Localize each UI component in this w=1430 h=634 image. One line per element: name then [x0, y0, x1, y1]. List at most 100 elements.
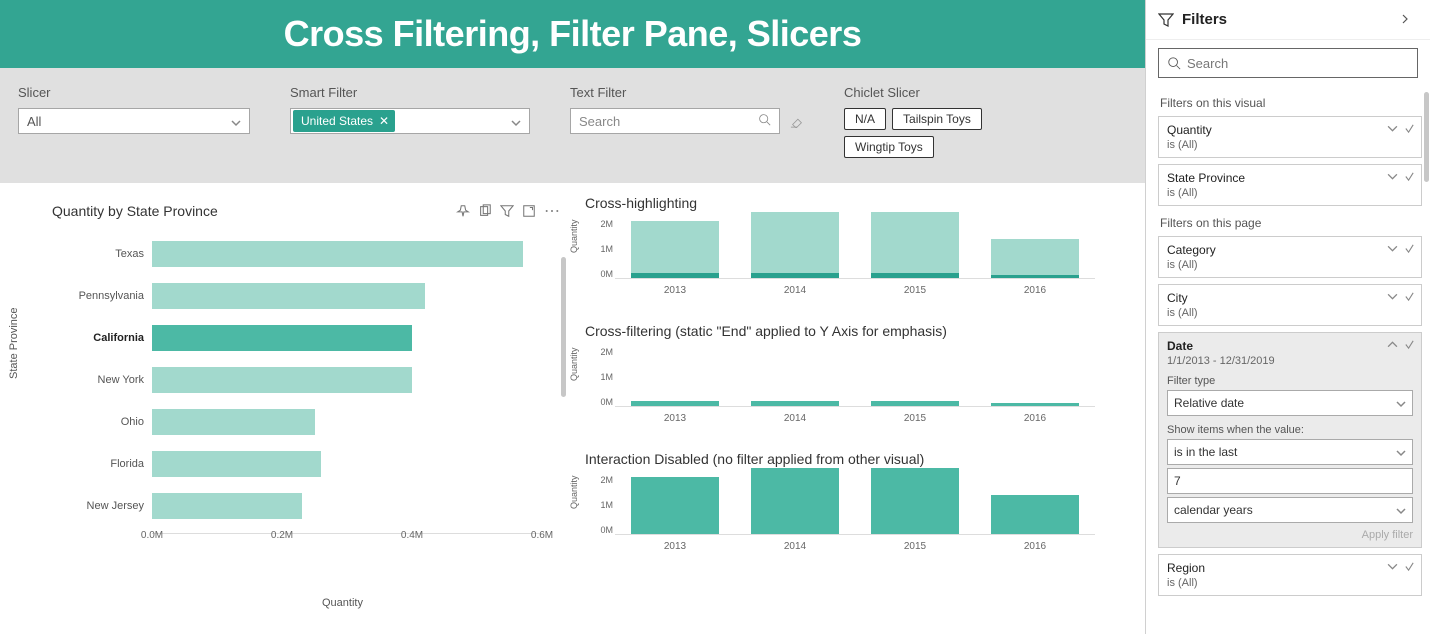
- x-tick: 0.0M: [141, 530, 163, 541]
- relative-unit-select[interactable]: calendar years: [1167, 497, 1413, 523]
- search-icon[interactable]: [758, 113, 771, 129]
- mini-bar[interactable]: [867, 401, 963, 406]
- text-filter-input[interactable]: Search: [570, 108, 780, 134]
- chevron-down-icon[interactable]: [1387, 291, 1398, 302]
- slicer-dropdown[interactable]: All: [18, 108, 250, 134]
- hbar-row[interactable]: Florida: [52, 449, 562, 479]
- state-bar-chart[interactable]: Quantity by State Province ⋯ State Provi…: [0, 183, 575, 634]
- slicer-value: All: [27, 114, 41, 129]
- y-axis-title: State Province: [8, 307, 20, 379]
- chevron-down-icon[interactable]: [1387, 243, 1398, 254]
- mini-bar[interactable]: [627, 221, 723, 278]
- chevron-right-icon[interactable]: [1400, 12, 1418, 27]
- filter-card-title: Date: [1167, 339, 1413, 353]
- filter-type-label: Filter type: [1167, 375, 1413, 387]
- focus-icon[interactable]: [522, 204, 536, 218]
- hbar-bar[interactable]: [152, 409, 315, 435]
- hbar-row[interactable]: Pennsylvania: [52, 281, 562, 311]
- filter-search-input[interactable]: Search: [1158, 48, 1418, 78]
- mini-bar[interactable]: [867, 212, 963, 278]
- dashboard-area: Cross Filtering, Filter Pane, Slicers Sl…: [0, 0, 1145, 634]
- filter-card-state[interactable]: State Province is (All): [1158, 164, 1422, 206]
- filter-card-region[interactable]: Region is (All): [1158, 554, 1422, 596]
- chevron-up-icon[interactable]: [1387, 339, 1398, 350]
- mini-chart-disabled[interactable]: 2M1M0MQuantity2013201420152016: [585, 475, 1105, 555]
- scrollbar[interactable]: [561, 257, 566, 397]
- mini-chart-cross-filter[interactable]: 2M1M0MQuantity2013201420152016: [585, 347, 1105, 427]
- chiclet-item[interactable]: Tailspin Toys: [892, 108, 982, 130]
- mini-bar[interactable]: [747, 468, 843, 534]
- filter-card-sub: is (All): [1167, 259, 1413, 271]
- filter-card-date[interactable]: Date 1/1/2013 - 12/31/2019 Filter type R…: [1158, 332, 1422, 548]
- mini-bar[interactable]: [987, 403, 1083, 406]
- chiclet-slicer-block: Chiclet Slicer N/A Tailspin Toys Wingtip…: [844, 85, 1054, 158]
- more-icon[interactable]: ⋯: [544, 201, 561, 221]
- filter-card-sub: is (All): [1167, 187, 1413, 199]
- hbar-bar[interactable]: [152, 367, 412, 393]
- smart-filter-block: Smart Filter United States ✕: [290, 85, 530, 134]
- filter-pane: Filters Search Filters on this visual Qu…: [1145, 0, 1430, 634]
- chevron-down-icon: [1396, 447, 1406, 457]
- mini-bar[interactable]: [747, 401, 843, 406]
- hbar-bar[interactable]: [152, 283, 425, 309]
- mini-charts-column: Cross-highlighting 2M1M0MQuantity2013201…: [575, 183, 1135, 634]
- mini-bar[interactable]: [627, 477, 723, 534]
- hbar-row[interactable]: Texas: [52, 239, 562, 269]
- mini-bar[interactable]: [747, 212, 843, 278]
- chevron-down-icon[interactable]: [1387, 171, 1398, 182]
- hbar-row[interactable]: New York: [52, 365, 562, 395]
- x-tick: 0.6M: [531, 530, 553, 541]
- chevron-down-icon[interactable]: [1387, 561, 1398, 572]
- chiclet-item[interactable]: N/A: [844, 108, 886, 130]
- relative-value-input[interactable]: 7: [1167, 468, 1413, 494]
- pin-icon[interactable]: [456, 204, 470, 218]
- hbar-bar[interactable]: [152, 451, 321, 477]
- filter-card-title: Category: [1167, 243, 1413, 257]
- page-title: Cross Filtering, Filter Pane, Slicers: [284, 13, 862, 55]
- mini-bar[interactable]: [987, 239, 1083, 278]
- hbar-category-label: New Jersey: [52, 500, 152, 512]
- mini-chart-title: Cross-filtering (static "End" applied to…: [585, 323, 1115, 339]
- filter-card-quantity[interactable]: Quantity is (All): [1158, 116, 1422, 158]
- scrollbar[interactable]: [1424, 92, 1429, 182]
- clear-icon[interactable]: [1404, 243, 1415, 254]
- chart-title: Quantity by State Province: [52, 203, 218, 219]
- chevron-down-icon[interactable]: [511, 116, 521, 126]
- clear-icon[interactable]: [1404, 561, 1415, 572]
- filter-icon[interactable]: [500, 204, 514, 218]
- smart-filter-chip[interactable]: United States ✕: [293, 110, 395, 132]
- filter-section-title: Filters on this page: [1160, 216, 1420, 230]
- mini-chart-title: Cross-highlighting: [585, 195, 1115, 211]
- smart-filter-input[interactable]: United States ✕: [290, 108, 530, 134]
- hbar-row[interactable]: New Jersey: [52, 491, 562, 521]
- hbar-row[interactable]: Ohio: [52, 407, 562, 437]
- x-tick: 2013: [664, 413, 686, 424]
- relative-op-select[interactable]: is in the last: [1167, 439, 1413, 465]
- mini-chart-cross-highlight[interactable]: 2M1M0MQuantity2013201420152016: [585, 219, 1105, 299]
- close-icon[interactable]: ✕: [379, 114, 389, 128]
- clear-icon[interactable]: [1404, 339, 1415, 350]
- chevron-down-icon[interactable]: [1387, 123, 1398, 134]
- chiclet-item[interactable]: Wingtip Toys: [844, 136, 934, 158]
- mini-bar[interactable]: [867, 468, 963, 534]
- apply-filter-button[interactable]: Apply filter: [1167, 529, 1413, 541]
- clear-icon[interactable]: [1404, 291, 1415, 302]
- clear-icon[interactable]: [1404, 171, 1415, 182]
- hbar-bar[interactable]: [152, 241, 523, 267]
- filter-card-city[interactable]: City is (All): [1158, 284, 1422, 326]
- show-items-label: Show items when the value:: [1167, 424, 1413, 436]
- filter-card-category[interactable]: Category is (All): [1158, 236, 1422, 278]
- hbar-bar[interactable]: [152, 325, 412, 351]
- hbar-bar[interactable]: [152, 493, 302, 519]
- mini-bar[interactable]: [987, 495, 1083, 534]
- mini-chart-title: Interaction Disabled (no filter applied …: [585, 451, 1115, 467]
- filter-type-select[interactable]: Relative date: [1167, 390, 1413, 416]
- eraser-icon[interactable]: [790, 114, 804, 131]
- x-tick: 0.2M: [271, 530, 293, 541]
- hbar-row[interactable]: California: [52, 323, 562, 353]
- mini-bar[interactable]: [627, 401, 723, 406]
- clear-icon[interactable]: [1404, 123, 1415, 134]
- text-filter-label: Text Filter: [570, 85, 804, 100]
- copy-icon[interactable]: [478, 204, 492, 218]
- chart-actions: ⋯: [456, 201, 561, 221]
